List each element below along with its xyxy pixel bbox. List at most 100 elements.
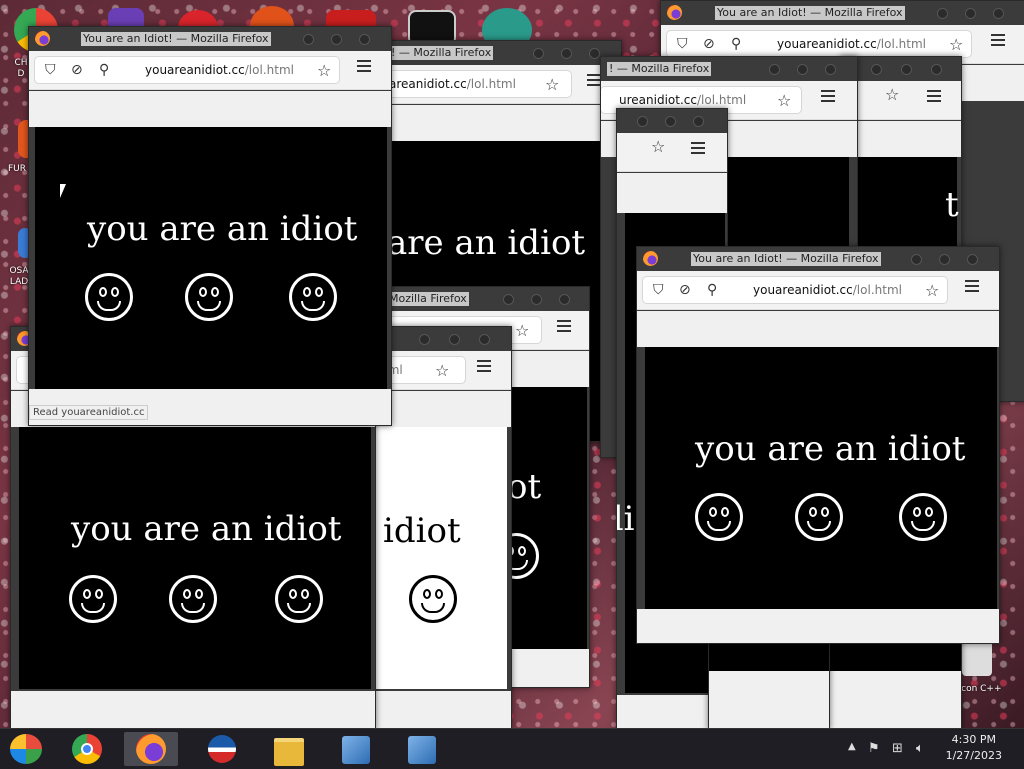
smiley-icon (899, 493, 947, 541)
shield-icon: ⛉ (653, 282, 664, 298)
address-bar[interactable]: areanidiot.cc/lol.html ☆ (381, 71, 571, 97)
status-bar: Read youareanidiot.cc (29, 405, 149, 420)
smiley-icon (169, 575, 217, 623)
menu-icon[interactable] (691, 142, 705, 144)
url-path: /lol.html (696, 93, 747, 107)
smiley-icon (275, 575, 323, 623)
window-control[interactable] (871, 64, 882, 75)
window-control[interactable] (931, 64, 942, 75)
window-control[interactable] (637, 116, 648, 127)
star-icon[interactable]: ☆ (949, 35, 963, 54)
chrome-taskbar-button[interactable] (62, 732, 116, 766)
minimize-button[interactable] (303, 34, 314, 45)
cursor-icon (60, 184, 66, 198)
show-hidden-icons-icon[interactable]: ▲ (848, 741, 856, 752)
maximize-button[interactable] (531, 294, 542, 305)
window-title: You are an Idiot! — Mozilla Firefox (81, 32, 271, 46)
url-domain: youareanidiot.cc (753, 283, 853, 297)
firefox-icon (667, 5, 682, 20)
window-control[interactable] (419, 334, 430, 345)
window-control[interactable] (665, 116, 676, 127)
menu-icon[interactable] (357, 60, 371, 62)
smiley-icon (795, 493, 843, 541)
maximize-button[interactable] (939, 254, 950, 265)
browser-window[interactable]: You are an Idiot! — Mozilla Firefox ⛉ ⊘ … (636, 246, 1000, 644)
window-title: ! — Mozilla Firefox (607, 62, 712, 76)
menu-icon[interactable] (927, 90, 941, 92)
app-icon[interactable] (962, 640, 992, 676)
menu-icon[interactable] (477, 360, 491, 362)
star-icon[interactable]: ☆ (925, 281, 939, 300)
shield-icon: ⛉ (677, 36, 688, 52)
address-bar[interactable]: ⛉ ⊘ ⚲ youareanidiot.cc/lol.html ☆ (667, 31, 971, 57)
obama-logo-taskbar-button[interactable] (196, 732, 250, 766)
maximize-button[interactable] (561, 48, 572, 59)
close-button[interactable] (993, 8, 1004, 19)
star-icon[interactable]: ☆ (545, 75, 559, 94)
window-control[interactable] (693, 116, 704, 127)
volume-icon[interactable]: 🔈︎ (916, 741, 924, 756)
minimize-button[interactable] (503, 294, 514, 305)
window-control[interactable] (901, 64, 912, 75)
menu-icon[interactable] (587, 74, 601, 76)
idiot-message: are an idiot (387, 223, 586, 263)
firefox-icon (35, 31, 50, 46)
permissions-icon: ⚲ (99, 62, 110, 78)
network-icon[interactable]: ⊞ (892, 741, 903, 756)
window-title: You are an Idiot! — Mozilla Firefox (691, 252, 881, 266)
firefox-taskbar-button[interactable] (124, 732, 178, 766)
window-title: You are an Idiot! — Mozilla Firefox (715, 6, 905, 20)
close-button[interactable] (589, 48, 600, 59)
close-button[interactable] (559, 294, 570, 305)
maximize-button[interactable] (331, 34, 342, 45)
menu-icon[interactable] (821, 90, 835, 92)
minimize-button[interactable] (937, 8, 948, 19)
close-button[interactable] (967, 254, 978, 265)
installer-taskbar-button[interactable] (396, 732, 450, 766)
window-control[interactable] (449, 334, 460, 345)
url-domain: youareanidiot.cc (777, 37, 877, 51)
flag-icon[interactable]: ⚑ (868, 741, 880, 756)
menu-icon[interactable] (557, 320, 571, 322)
minimize-button[interactable] (911, 254, 922, 265)
menu-icon[interactable] (991, 34, 1005, 36)
idiot-message: you are an idiot (695, 429, 966, 469)
menu-icon[interactable] (965, 280, 979, 282)
windows-start-icon (10, 734, 42, 764)
url-domain: youareanidiot.cc (145, 63, 245, 77)
star-icon[interactable]: ☆ (317, 61, 331, 80)
maximize-button[interactable] (965, 8, 976, 19)
clock-date: 1/27/2023 (945, 749, 1002, 762)
window-control[interactable] (479, 334, 490, 345)
minimize-button[interactable] (769, 64, 780, 75)
minimize-button[interactable] (533, 48, 544, 59)
firefox-icon (643, 251, 658, 266)
chrome-icon (72, 734, 102, 764)
installer-taskbar-button[interactable] (330, 732, 384, 766)
browser-window[interactable]: You are an Idiot! — Mozilla Firefox ⛉ ⊘ … (28, 26, 392, 426)
lock-off-icon: ⊘ (703, 36, 715, 52)
url-path: /lol.html (466, 77, 516, 91)
smiley-icon (85, 273, 133, 321)
star-icon[interactable]: ☆ (651, 137, 665, 156)
file-explorer-taskbar-button[interactable] (262, 732, 316, 766)
start-button[interactable] (0, 732, 54, 766)
idiot-message-fragment: t (945, 185, 959, 225)
address-bar[interactable]: ⛉ ⊘ ⚲ youareanidiot.cc/lol.html ☆ (643, 277, 947, 303)
star-icon[interactable]: ☆ (515, 321, 529, 340)
close-button[interactable] (359, 34, 370, 45)
desktop-icon-label: FUR (7, 164, 27, 174)
star-icon[interactable]: ☆ (777, 91, 791, 110)
star-icon[interactable]: ☆ (435, 361, 449, 380)
taskbar: ▲ ⚑ ⊞ 🔈︎ 4:30 PM 1/27/2023 (0, 728, 1024, 769)
window-title: Mozilla Firefox (387, 292, 469, 306)
idiot-message-fragment: idiot (383, 511, 461, 551)
maximize-button[interactable] (797, 64, 808, 75)
firefox-icon (136, 734, 166, 764)
clock[interactable]: 4:30 PM 1/27/2023 (946, 732, 1002, 764)
folder-icon (274, 738, 304, 766)
address-bar[interactable]: ⛉ ⊘ ⚲ youareanidiot.cc/lol.html ☆ (35, 57, 339, 83)
close-button[interactable] (825, 64, 836, 75)
star-icon[interactable]: ☆ (885, 85, 899, 104)
installer-icon (408, 736, 436, 764)
